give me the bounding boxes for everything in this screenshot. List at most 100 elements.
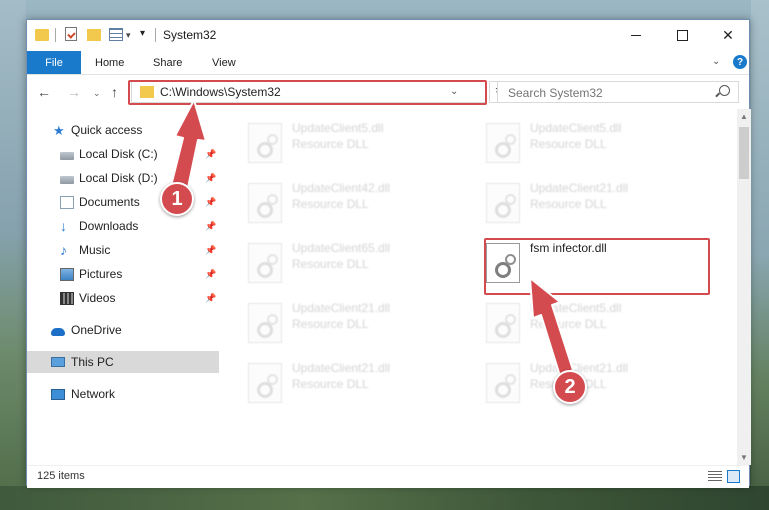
pictures-icon <box>60 267 74 281</box>
file-item[interactable]: UpdateClient5.dll Resource DLL <box>486 299 706 349</box>
sidebar-item-this-pc[interactable]: This PC <box>27 351 219 373</box>
view-icon[interactable] <box>109 28 123 41</box>
search-box[interactable] <box>497 81 739 103</box>
vertical-scrollbar[interactable]: ▲ ▼ <box>737 109 751 465</box>
sidebar-item-local-disk-d[interactable]: Local Disk (D:) 📌 <box>27 167 219 189</box>
recent-locations-button[interactable]: ⌄ <box>93 88 101 99</box>
file-type: Resource DLL <box>292 197 369 211</box>
step-2-badge: 2 <box>553 370 587 404</box>
sidebar-item-local-disk-c[interactable]: Local Disk (C:) 📌 <box>27 143 219 165</box>
file-name: UpdateClient5.dll <box>292 121 384 135</box>
file-item[interactable]: UpdateClient5.dll Resource DLL <box>486 119 706 169</box>
file-name: UpdateClient42.dll <box>292 181 391 195</box>
sidebar-item-music[interactable]: ♪ Music 📌 <box>27 239 219 261</box>
sidebar-item-label: Pictures <box>79 267 123 281</box>
ribbon-tabs: File Home Share View ⌄ ? <box>27 51 749 75</box>
sidebar-item-label: Documents <box>79 195 140 209</box>
sidebar-item-pictures[interactable]: Pictures 📌 <box>27 263 219 285</box>
help-icon[interactable]: ? <box>733 55 747 69</box>
dll-file-icon <box>248 303 282 343</box>
tab-home[interactable]: Home <box>95 51 124 74</box>
sidebar-item-label: Network <box>71 387 116 401</box>
file-name: UpdateClient21.dll <box>292 361 391 375</box>
file-item-fsm-infector[interactable]: fsm infector.dll <box>486 239 706 289</box>
title-bar: ▾ ▾ System32 ✕ <box>27 20 749 51</box>
scroll-thumb[interactable] <box>739 127 749 179</box>
dll-file-icon <box>248 183 282 223</box>
scroll-down-icon[interactable]: ▼ <box>740 453 748 462</box>
dll-file-icon <box>248 363 282 403</box>
forward-button[interactable]: → <box>67 84 81 100</box>
customize-toolbar-icon[interactable]: ▾ <box>140 28 145 39</box>
desktop-background-bottom <box>0 486 769 510</box>
file-item[interactable]: UpdateClient21.dll Resource DLL <box>248 299 468 349</box>
pin-icon: 📌 <box>205 292 217 303</box>
search-icon[interactable] <box>719 85 730 96</box>
sidebar-item-downloads[interactable]: ↓ Downloads 📌 <box>27 215 219 237</box>
file-item[interactable]: UpdateClient21.dll Resource DLL <box>486 359 706 409</box>
file-item[interactable]: UpdateClient21.dll Resource DLL <box>486 179 706 229</box>
folder-icon <box>140 86 154 98</box>
sidebar-item-label: Local Disk (C:) <box>79 147 158 161</box>
file-type: Resource DLL <box>530 317 607 331</box>
up-button[interactable]: ↑ <box>111 84 118 100</box>
properties-icon[interactable] <box>65 27 77 41</box>
address-dropdown-icon[interactable]: ⌄ <box>450 86 458 97</box>
file-item[interactable]: UpdateClient5.dll Resource DLL <box>248 119 468 169</box>
address-bar[interactable]: C:\Windows\System32 ⌄ <box>131 81 486 103</box>
file-item[interactable]: UpdateClient42.dll Resource DLL <box>248 179 468 229</box>
minimize-button[interactable] <box>613 20 659 51</box>
maximize-button[interactable] <box>659 20 705 51</box>
dll-file-icon <box>486 243 520 283</box>
star-icon: ★ <box>53 122 65 138</box>
expand-ribbon-icon[interactable]: ⌄ <box>712 56 720 67</box>
tab-share[interactable]: Share <box>153 51 182 74</box>
sidebar-item-label: Music <box>79 243 111 257</box>
file-item[interactable]: UpdateClient21.dll Resource DLL <box>248 359 468 409</box>
file-name: UpdateClient21.dll <box>292 301 391 315</box>
scroll-up-icon[interactable]: ▲ <box>740 112 748 121</box>
file-explorer-window: ▾ ▾ System32 ✕ File Home Share View ⌄ ? … <box>26 19 751 488</box>
sidebar-item-label: OneDrive <box>71 323 122 337</box>
file-list: UpdateClient5.dll Resource DLL UpdateCli… <box>219 109 739 465</box>
details-view-icon[interactable] <box>708 471 722 482</box>
back-button[interactable]: ← <box>37 84 51 100</box>
sidebar-item-videos[interactable]: Videos 📌 <box>27 287 219 309</box>
chevron-down-icon[interactable]: ▾ <box>126 30 131 41</box>
pin-icon: 📌 <box>205 244 217 255</box>
window-title: System32 <box>163 28 217 42</box>
pin-icon: 📌 <box>205 148 217 159</box>
sidebar-item-label: Quick access <box>71 123 143 137</box>
new-folder-icon[interactable] <box>87 29 101 41</box>
pin-icon: 📌 <box>205 172 217 183</box>
address-path[interactable]: C:\Windows\System32 <box>160 85 281 99</box>
large-icons-view-icon[interactable] <box>727 470 740 483</box>
status-bar: 125 items <box>27 465 749 488</box>
dll-file-icon <box>486 183 520 223</box>
item-count: 125 items <box>37 470 85 482</box>
sidebar-item-onedrive[interactable]: OneDrive <box>27 319 219 341</box>
close-icon: ✕ <box>722 27 734 43</box>
sidebar-item-network[interactable]: Network <box>27 383 219 405</box>
step-1-badge: 1 <box>160 182 194 216</box>
cloud-icon <box>51 327 65 336</box>
sidebar-item-quick-access[interactable]: ★ Quick access <box>27 119 219 141</box>
drive-icon <box>60 175 74 184</box>
sidebar-item-label: Videos <box>79 291 116 305</box>
videos-icon <box>60 291 74 305</box>
music-icon: ♪ <box>60 241 67 258</box>
sidebar-item-label: This PC <box>71 355 114 369</box>
dll-file-icon <box>486 303 520 343</box>
file-name: UpdateClient5.dll <box>530 121 622 135</box>
file-item[interactable]: UpdateClient65.dll Resource DLL <box>248 239 468 289</box>
title-separator <box>155 28 156 42</box>
file-name: UpdateClient65.dll <box>292 241 391 255</box>
network-icon <box>51 388 65 400</box>
close-button[interactable]: ✕ <box>705 20 751 51</box>
pin-icon: 📌 <box>205 196 217 207</box>
tab-file[interactable]: File <box>27 51 81 74</box>
file-type: Resource DLL <box>292 377 369 391</box>
file-type: Resource DLL <box>530 137 607 151</box>
search-input[interactable] <box>506 83 710 103</box>
tab-view[interactable]: View <box>212 51 236 74</box>
